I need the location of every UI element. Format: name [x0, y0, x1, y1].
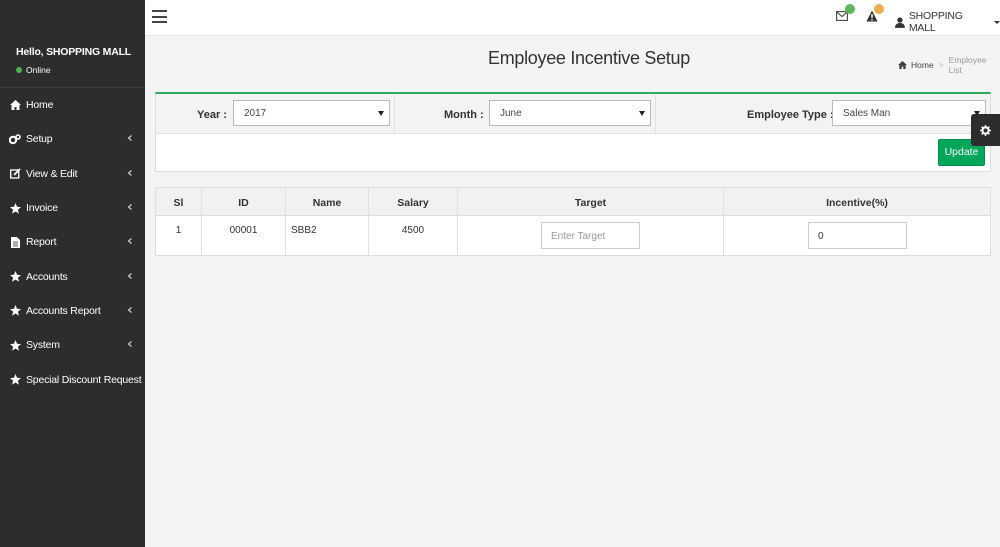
dropdown-arrow-icon — [378, 111, 384, 116]
chevron-left-icon — [127, 204, 132, 210]
sidebar-menu: Home Setup View & Edit Invoice Report Ac… — [0, 88, 145, 397]
home-icon — [9, 99, 21, 111]
online-status-dot — [16, 67, 22, 73]
star-icon — [9, 374, 21, 386]
sidebar-item-label: Accounts Report — [26, 304, 101, 317]
user-greeting: Hello, SHOPPING MALL — [16, 46, 132, 58]
cell-sl: 1 — [175, 225, 182, 236]
star-icon — [9, 305, 21, 317]
breadcrumb-current: Employee List — [948, 55, 987, 75]
chevron-left-icon — [127, 306, 132, 313]
sidebar-item-label: Accounts — [26, 270, 68, 283]
mail-badge — [845, 4, 855, 14]
gear-icon — [980, 124, 991, 136]
sidebar-item-accounts[interactable]: Accounts — [0, 259, 145, 293]
page-title: Employee Incentive Setup — [488, 48, 690, 68]
filter-divider — [394, 94, 395, 134]
breadcrumb-home-label: Home — [911, 60, 934, 70]
month-select[interactable]: June — [489, 100, 651, 126]
home-icon — [898, 61, 907, 69]
month-select-value: June — [500, 108, 522, 119]
employee-type-select[interactable]: Sales Man — [832, 100, 986, 126]
chevron-left-icon — [127, 135, 132, 142]
chevron-left-icon — [127, 272, 132, 279]
dropdown-arrow-icon — [639, 111, 645, 116]
star-icon — [9, 271, 21, 283]
column-header-id: ID — [238, 197, 249, 209]
filter-row: Year : 2017 Month : June Employee Type :… — [156, 94, 990, 134]
sidebar-item-special-discount-request[interactable]: Special Discount Request — [0, 362, 145, 396]
column-header-target: Target — [574, 197, 607, 209]
year-label: Year : — [197, 109, 227, 121]
breadcrumb: Home > Employee List — [898, 55, 1000, 75]
chevron-left-icon — [127, 238, 132, 245]
sidebar-item-label: Invoice — [26, 202, 58, 215]
employee-type-label: Employee Type : — [747, 109, 834, 121]
sidebar-item-label: System — [26, 339, 60, 352]
star-icon — [9, 202, 21, 214]
sidebar-item-home[interactable]: Home — [0, 88, 145, 122]
sidebar-item-system[interactable]: System — [0, 328, 145, 362]
sidebar-item-view-edit[interactable]: View & Edit — [0, 157, 145, 191]
sidebar-item-label: Report — [26, 236, 57, 249]
column-header-incentive: Incentive(%) — [826, 197, 888, 209]
user-status-label: Online — [26, 65, 51, 75]
sidebar-item-setup[interactable]: Setup — [0, 122, 145, 156]
top-navbar: SHOPPING MALL — [145, 0, 1000, 36]
sidebar-item-report[interactable]: Report — [0, 225, 145, 259]
chevron-left-icon — [127, 169, 132, 176]
cell-name: SBB2 — [291, 225, 317, 236]
chevron-left-icon — [127, 341, 132, 348]
user-menu-dropdown[interactable]: SHOPPING MALL — [895, 10, 1000, 34]
column-header-salary: Salary — [397, 197, 429, 209]
employee-incentive-table: Sl ID Name Salary Target Incentive(%) 1 … — [155, 187, 991, 256]
hamburger-menu-icon[interactable] — [152, 10, 167, 23]
sidebar-item-label: Special Discount Request — [26, 373, 142, 386]
sidebar-item-accounts-report[interactable]: Accounts Report — [0, 294, 145, 328]
sidebar-item-label: Setup — [26, 133, 53, 146]
settings-toggle[interactable] — [971, 114, 1000, 146]
sidebar-item-label: View & Edit — [26, 167, 78, 180]
incentive-input[interactable]: 0 — [808, 222, 907, 249]
cell-id: 00001 — [229, 225, 258, 236]
caret-down-icon — [994, 20, 1000, 24]
sidebar-item-label: Home — [26, 99, 54, 112]
user-menu-label: SHOPPING MALL — [908, 10, 963, 34]
edit-icon — [9, 168, 21, 180]
column-header-name: Name — [312, 197, 342, 209]
breadcrumb-separator: > — [938, 60, 944, 70]
user-status: Online — [16, 65, 145, 75]
cogs-icon — [9, 133, 21, 145]
user-icon — [895, 16, 905, 28]
year-select[interactable]: 2017 — [233, 100, 390, 126]
filter-divider — [655, 94, 656, 134]
filter-panel: Year : 2017 Month : June Employee Type :… — [155, 92, 991, 172]
year-select-value: 2017 — [244, 108, 267, 119]
employee-type-select-value: Sales Man — [843, 108, 891, 119]
month-label: Month : — [444, 109, 484, 121]
sidebar-item-invoice[interactable]: Invoice — [0, 191, 145, 225]
column-header-sl: Sl — [173, 197, 184, 209]
alert-badge — [874, 4, 884, 14]
file-icon — [9, 236, 21, 248]
breadcrumb-home-link[interactable]: Home — [898, 60, 934, 70]
cell-salary: 4500 — [401, 225, 425, 236]
sidebar: Hello, SHOPPING MALL Online Home Setup V… — [0, 0, 145, 547]
target-input[interactable]: Enter Target — [541, 222, 640, 249]
user-panel: Hello, SHOPPING MALL Online — [0, 0, 145, 88]
star-icon — [9, 339, 21, 351]
